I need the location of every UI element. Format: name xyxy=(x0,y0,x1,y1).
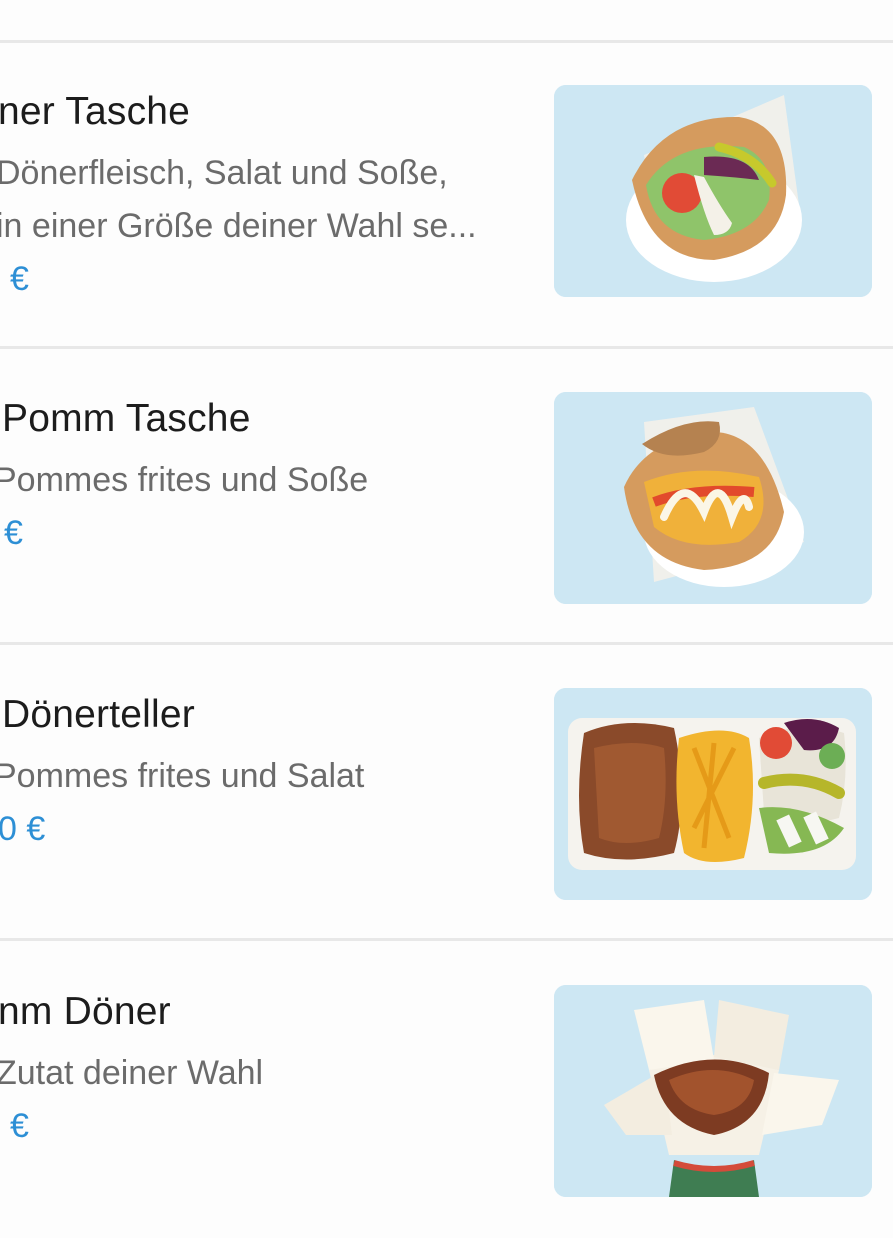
menu-item-pomm-tasche[interactable]: Pomm Tasche Pommes frites und Soße € xyxy=(0,351,893,645)
menu-item-pomm-doener[interactable]: nm Döner Zutat deiner Wahl € xyxy=(0,944,893,1238)
pomm-tasche-photo xyxy=(554,392,872,604)
menu-item-description-line: in einer Größe deiner Wahl se... xyxy=(0,207,477,245)
doenerteller-photo xyxy=(554,688,872,900)
menu-item-text: Pomm Tasche Pommes frites und Soße € xyxy=(0,351,540,645)
menu-item-text: Dönerteller Pommes frites und Salat 0 € xyxy=(0,647,540,941)
divider xyxy=(0,938,893,941)
menu-item-description: Dönerfleisch, Salat und Soße, in einer G… xyxy=(0,147,477,253)
menu-item-price: 0 € xyxy=(0,810,46,848)
menu-item-doener-tasche[interactable]: ner Tasche Dönerfleisch, Salat und Soße,… xyxy=(0,44,893,338)
menu-item-price: € xyxy=(4,514,23,552)
menu-item-text: ner Tasche Dönerfleisch, Salat und Soße,… xyxy=(0,44,540,338)
menu-item-price: € xyxy=(10,260,29,298)
menu-item-list: ner Tasche Dönerfleisch, Salat und Soße,… xyxy=(0,0,893,1200)
menu-item-title: ner Tasche xyxy=(0,90,191,133)
menu-item-description-line: Pommes frites und Soße xyxy=(0,461,369,499)
menu-item-description-line: Zutat deiner Wahl xyxy=(0,1054,264,1092)
menu-item-price: € xyxy=(10,1107,29,1145)
menu-item-title: nm Döner xyxy=(0,990,171,1033)
menu-item-description-line: Dönerfleisch, Salat und Soße, xyxy=(0,154,448,192)
menu-item-title: Dönerteller xyxy=(2,693,195,736)
doener-tasche-photo xyxy=(554,85,872,297)
divider xyxy=(0,40,893,43)
menu-item-description-line: Pommes frites und Salat xyxy=(0,757,365,795)
menu-item-text: nm Döner Zutat deiner Wahl € xyxy=(0,944,540,1238)
menu-item-description: Pommes frites und Soße xyxy=(0,454,368,507)
divider xyxy=(0,346,893,349)
pomm-doener-box-photo xyxy=(554,985,872,1197)
menu-item-title: Pomm Tasche xyxy=(2,397,251,440)
divider xyxy=(0,642,893,645)
menu-item-doenerteller[interactable]: Dönerteller Pommes frites und Salat 0 € xyxy=(0,647,893,941)
menu-item-description: Pommes frites und Salat xyxy=(0,750,364,803)
menu-item-description: Zutat deiner Wahl xyxy=(0,1047,263,1100)
